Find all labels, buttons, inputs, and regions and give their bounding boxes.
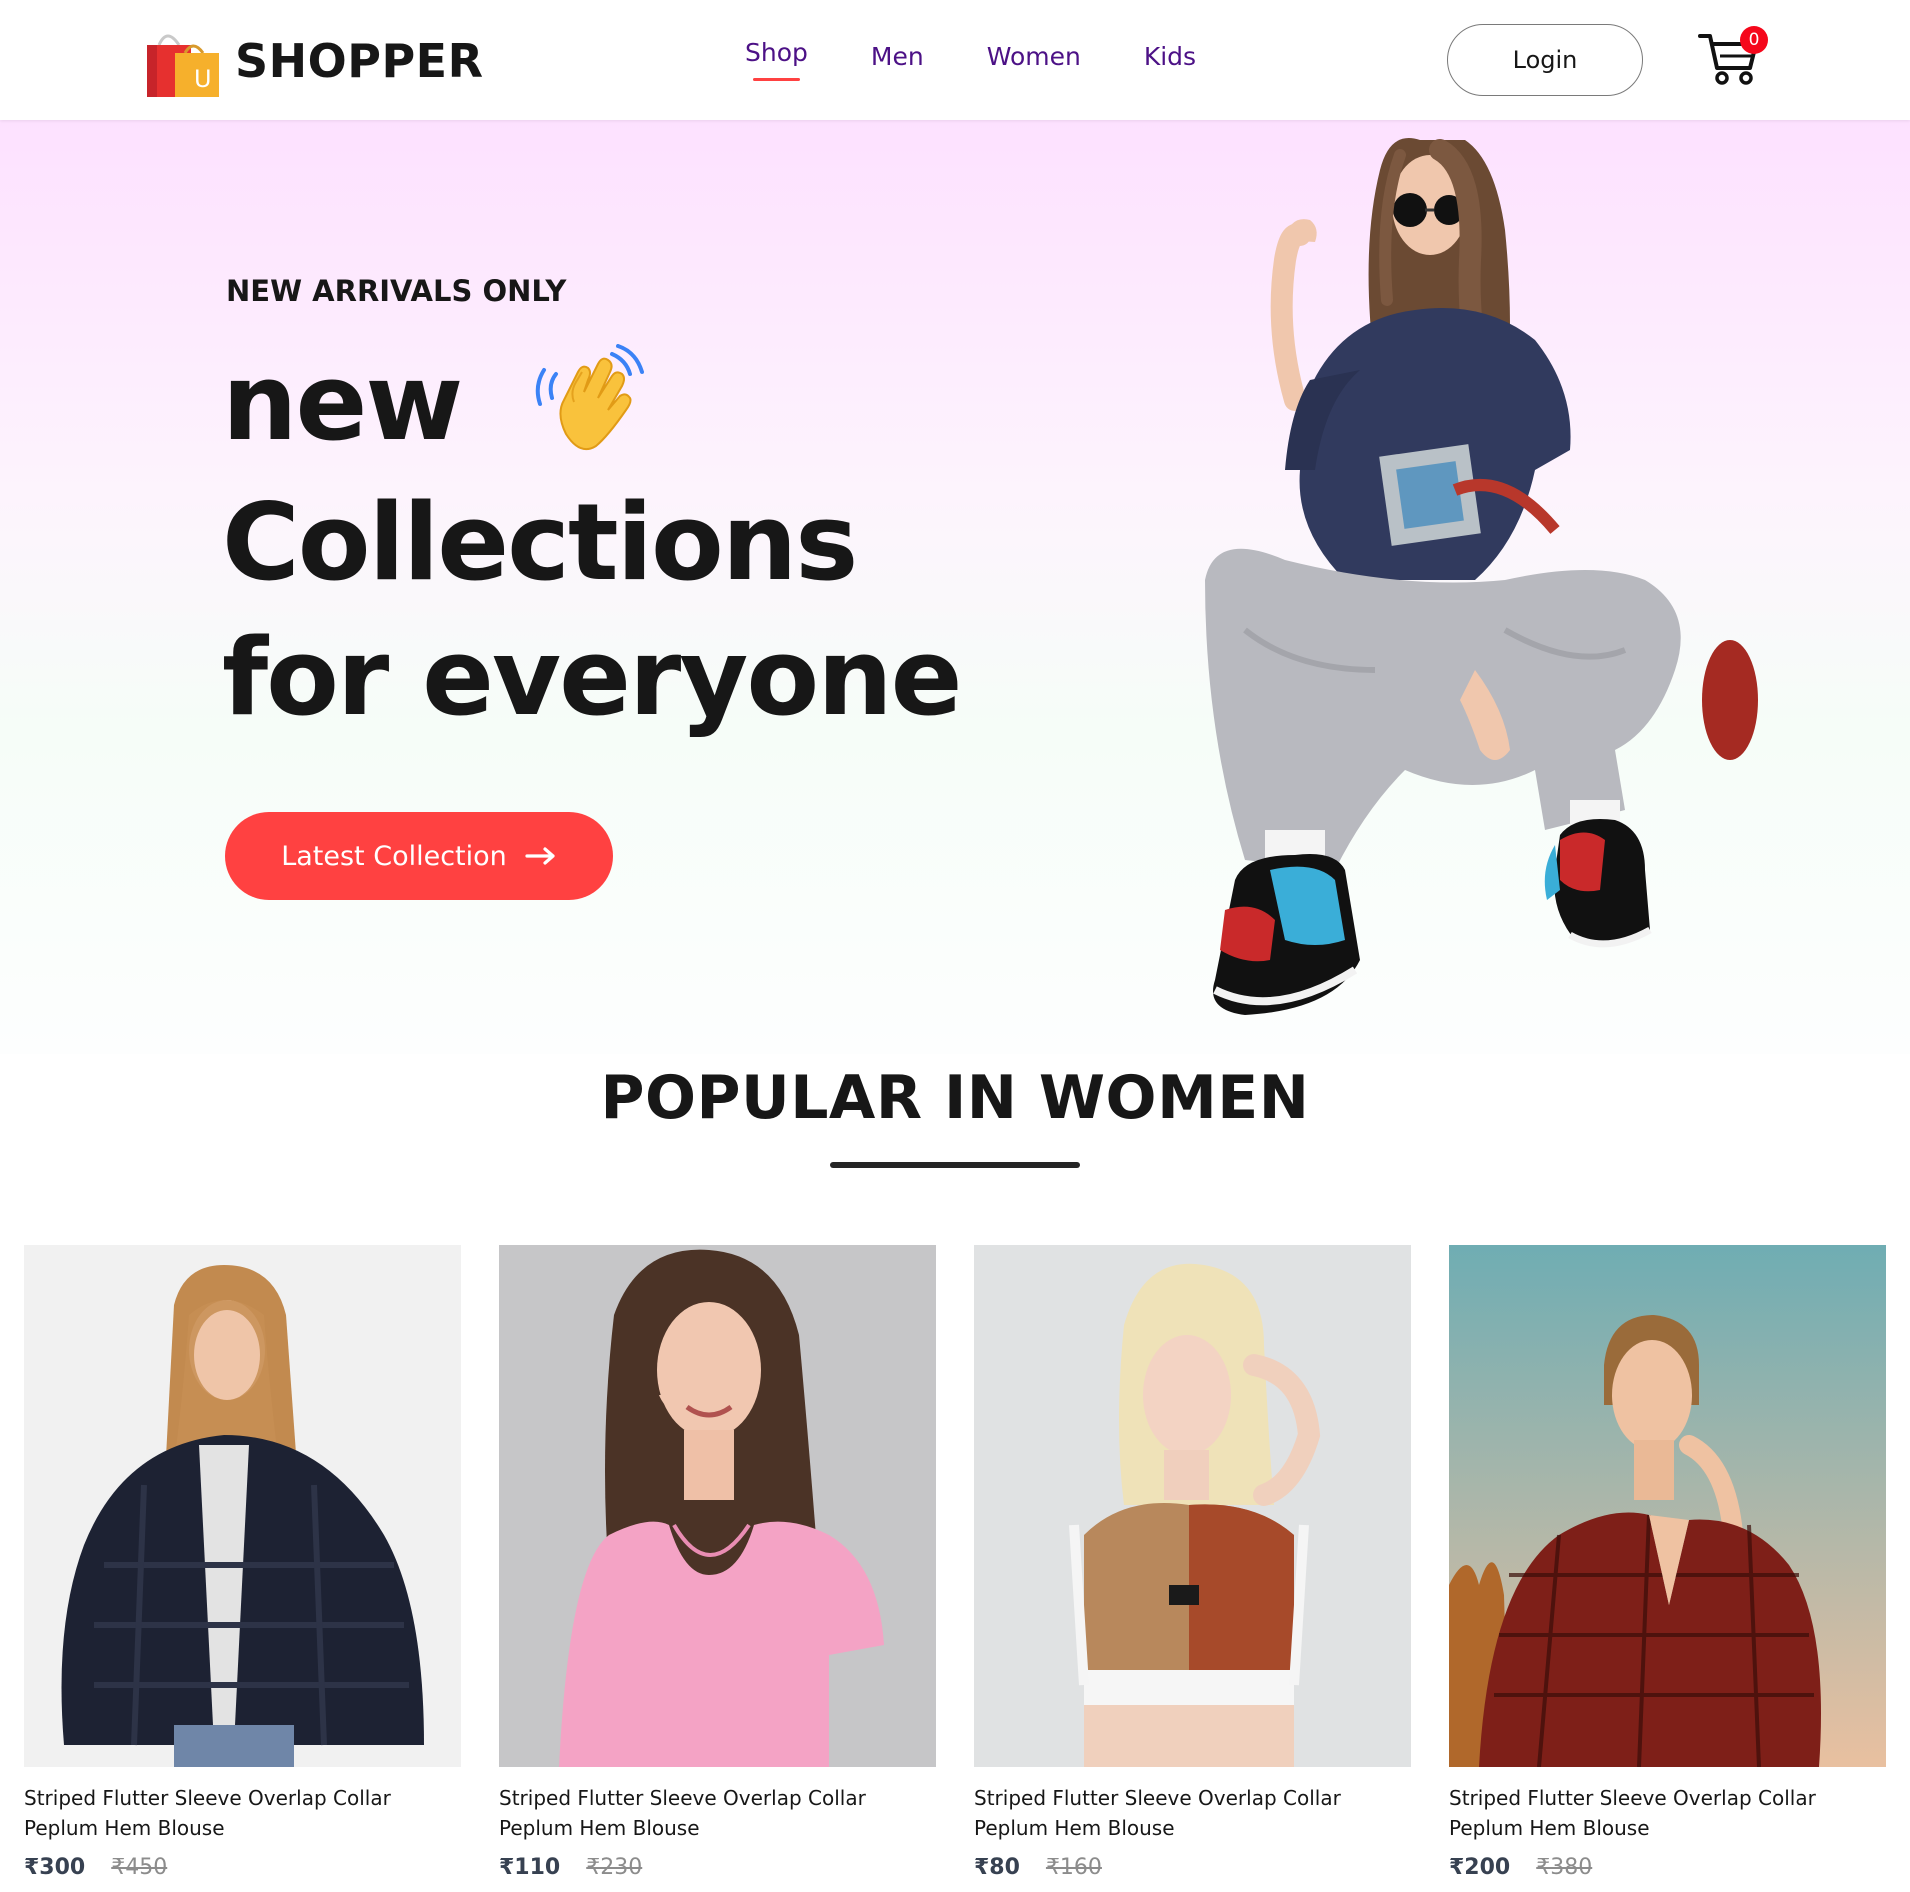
product-prices: ₹80 ₹160 [974, 1855, 1411, 1880]
product-prices: ₹200 ₹380 [1449, 1855, 1886, 1880]
nav-menu: Shop Men Women Kids [745, 38, 1259, 81]
nav-item-label: Men [870, 42, 924, 71]
old-price: ₹160 [1045, 1855, 1102, 1880]
new-price: ₹200 [1449, 1855, 1511, 1880]
product-name[interactable]: Striped Flutter Sleeve Overlap Collar Pe… [1449, 1783, 1869, 1843]
hero-eyebrow: NEW ARRIVALS ONLY [226, 274, 567, 308]
product-grid: Striped Flutter Sleeve Overlap Collar Pe… [24, 1245, 1886, 1892]
product-name[interactable]: Striped Flutter Sleeve Overlap Collar Pe… [24, 1783, 444, 1843]
product-card[interactable]: Striped Flutter Sleeve Overlap Collar Pe… [24, 1245, 461, 1880]
brand-logo[interactable]: U SHOPPER [145, 22, 484, 100]
product-name[interactable]: Striped Flutter Sleeve Overlap Collar Pe… [974, 1783, 1394, 1843]
old-price: ₹230 [586, 1855, 643, 1880]
nav-item-label: Shop [745, 38, 808, 67]
old-price: ₹450 [111, 1855, 168, 1880]
arrow-right-icon [525, 847, 555, 865]
hero-headline-line-2: Collections [222, 481, 858, 604]
brand-name: SHOPPER [235, 34, 484, 88]
shopping-bags-icon: U [147, 34, 219, 97]
section-title: POPULAR IN WOMEN [600, 1063, 1310, 1133]
product-card[interactable]: Striped Flutter Sleeve Overlap Collar Pe… [974, 1245, 1411, 1880]
nav-item-label: Kids [1143, 42, 1197, 71]
hero-headline-line-1: new [222, 341, 463, 464]
waving-hand-icon [535, 344, 644, 450]
new-price: ₹300 [24, 1855, 86, 1880]
login-button[interactable]: Login [1447, 24, 1643, 96]
new-price: ₹110 [499, 1855, 561, 1880]
svg-text:U: U [194, 65, 212, 93]
cart-count-badge: 0 [1740, 26, 1768, 54]
nav-item-shop[interactable]: Shop [745, 38, 808, 81]
old-price: ₹380 [1536, 1855, 1593, 1880]
product-image[interactable] [499, 1245, 936, 1767]
new-price: ₹80 [974, 1855, 1020, 1880]
product-image[interactable] [974, 1245, 1411, 1767]
product-card[interactable]: Striped Flutter Sleeve Overlap Collar Pe… [499, 1245, 936, 1880]
nav-item-label: Women [986, 42, 1081, 71]
product-card[interactable]: Striped Flutter Sleeve Overlap Collar Pe… [1449, 1245, 1886, 1880]
hero-section: NEW ARRIVALS ONLY new Collections for ev… [0, 120, 1910, 1054]
latest-collection-button[interactable]: Latest Collection [225, 812, 613, 900]
product-image[interactable] [1449, 1245, 1886, 1767]
product-prices: ₹300 ₹450 [24, 1855, 461, 1880]
product-prices: ₹110 ₹230 [499, 1855, 936, 1880]
product-image[interactable] [24, 1245, 461, 1767]
title-underline [830, 1162, 1080, 1168]
nav-item-women[interactable]: Women [987, 38, 1081, 71]
hero-model-image [1205, 138, 1758, 1015]
nav-item-kids[interactable]: Kids [1144, 38, 1196, 71]
product-name[interactable]: Striped Flutter Sleeve Overlap Collar Pe… [499, 1783, 919, 1843]
nav-item-men[interactable]: Men [871, 38, 924, 71]
cart-button[interactable]: 0 [1698, 26, 1768, 86]
hero-headline-line-3: for everyone [222, 616, 963, 739]
cta-label: Latest Collection [281, 840, 507, 872]
navbar: U SHOPPER Shop Men Women Kids Login 0 [0, 0, 1910, 120]
active-underline [753, 78, 800, 81]
